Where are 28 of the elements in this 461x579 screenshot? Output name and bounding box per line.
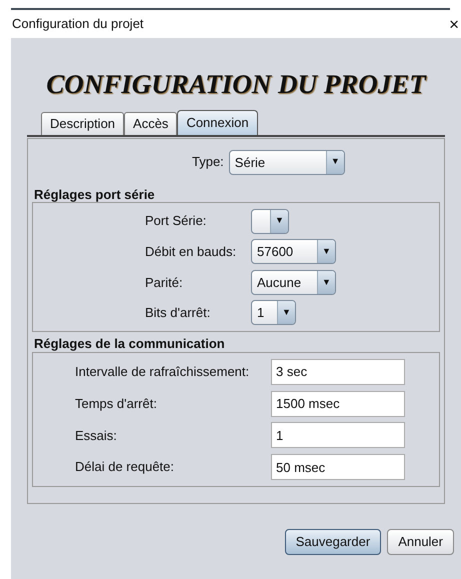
tab[interactable]: Connexion xyxy=(177,110,258,135)
window-title: Configuration du projet xyxy=(12,15,144,34)
tab[interactable]: Accès xyxy=(124,112,178,135)
input-field[interactable]: 50 msec xyxy=(271,454,405,480)
field-label: Temps d'arrêt: xyxy=(75,394,158,413)
close-button[interactable]: × xyxy=(449,16,459,32)
dropdown[interactable]: ▼ xyxy=(251,208,289,234)
page-heading: CONFIGURATION DU PROJET xyxy=(46,68,426,100)
field-label: Débit en bauds: xyxy=(145,242,238,261)
tab[interactable]: Description xyxy=(41,112,124,135)
field-label: Délai de requête: xyxy=(75,458,176,476)
dropdown[interactable]: 57600 ▼ xyxy=(251,239,336,264)
field-label: Intervalle de rafraîchissement: xyxy=(75,363,250,382)
dropdown[interactable]: Aucune ▼ xyxy=(251,270,336,295)
dropdown[interactable]: Série ▼ xyxy=(228,150,345,174)
input-field[interactable]: 1 xyxy=(271,422,405,448)
section-heading: Réglages port série xyxy=(33,186,156,202)
type-label: Type: xyxy=(192,153,224,172)
field-label: Essais: xyxy=(75,426,118,445)
dropdown[interactable]: 1 ▼ xyxy=(251,300,296,326)
field-label: Parité: xyxy=(145,274,184,292)
field-label: Bits d'arrêt: xyxy=(145,304,212,322)
field-label: Port Série: xyxy=(145,212,208,230)
input-field[interactable]: 3 sec xyxy=(271,358,405,385)
save-button[interactable]: Sauvegarder xyxy=(284,529,382,555)
input-field[interactable]: 1500 msec xyxy=(271,390,405,417)
cancel-button[interactable]: Annuler xyxy=(387,529,454,555)
section-heading: Réglages de la communication xyxy=(33,335,226,352)
